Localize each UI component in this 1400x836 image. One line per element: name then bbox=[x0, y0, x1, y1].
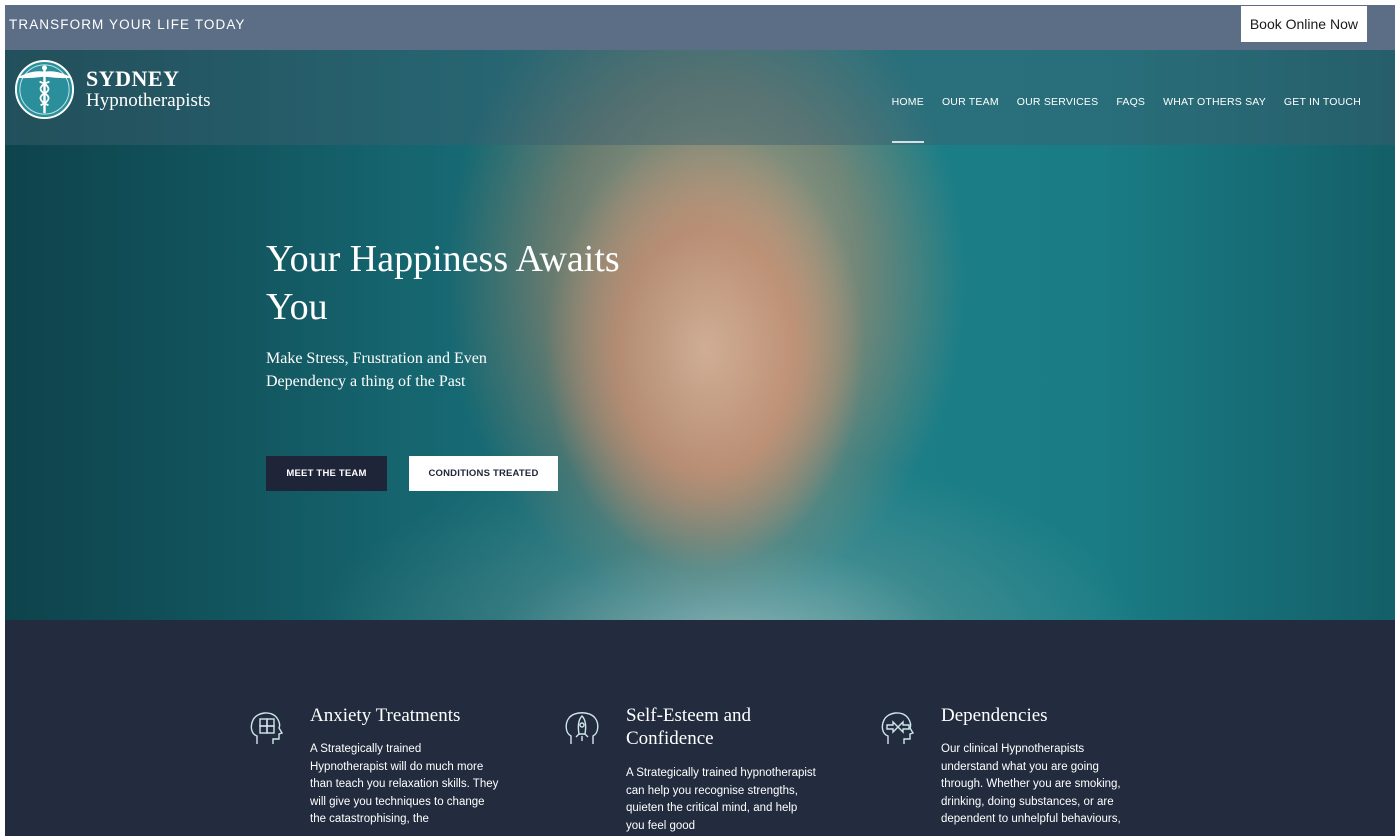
nav-our-team[interactable]: OUR TEAM bbox=[942, 96, 999, 108]
logo-line-sydney: SYDNEY bbox=[86, 65, 180, 91]
service-description: A Strategically trained Hypnotherapist w… bbox=[310, 743, 499, 825]
site-logo[interactable]: SYDNEY Hypnotherapists bbox=[13, 58, 211, 121]
hero-section: SYDNEY Hypnotherapists HOME OUR TEAM OUR… bbox=[5, 50, 1395, 620]
caduceus-logo-icon bbox=[14, 59, 75, 120]
arrows-head-icon bbox=[881, 712, 915, 744]
hero-subtitle: Make Stress, Frustration and Even Depend… bbox=[266, 350, 487, 390]
nav-faqs[interactable]: FAQS bbox=[1116, 96, 1145, 108]
logo-wordmark: SYDNEY Hypnotherapists bbox=[86, 65, 211, 112]
page: TRANSFORM YOUR LIFE TODAY Book Online No… bbox=[5, 5, 1395, 836]
top-bar: TRANSFORM YOUR LIFE TODAY Book Online No… bbox=[5, 5, 1395, 50]
book-online-button[interactable]: Book Online Now bbox=[1240, 6, 1367, 42]
main-nav: HOME OUR TEAM OUR SERVICES FAQS WHAT OTH… bbox=[874, 96, 1361, 143]
nav-what-others-say[interactable]: WHAT OTHERS SAY bbox=[1163, 96, 1266, 108]
rocket-head-icon bbox=[565, 712, 599, 744]
service-description: A Strategically trained hypnotherapist c… bbox=[626, 767, 816, 832]
conditions-treated-button[interactable]: CONDITIONS TREATED bbox=[409, 456, 558, 491]
meet-the-team-button[interactable]: MEET THE TEAM bbox=[266, 456, 387, 491]
hero-title: Your Happiness Awaits You bbox=[266, 238, 620, 328]
nav-get-in-touch[interactable]: GET IN TOUCH bbox=[1284, 96, 1361, 108]
logo-line-hypnotherapists: Hypnotherapists bbox=[86, 89, 211, 111]
service-description: Our clinical Hypnotherapists understand … bbox=[941, 743, 1121, 825]
service-title: Anxiety Treatments bbox=[310, 705, 461, 726]
service-title: Dependencies bbox=[941, 705, 1048, 726]
puzzle-head-icon bbox=[250, 712, 284, 744]
nav-our-services[interactable]: OUR SERVICES bbox=[1017, 96, 1099, 108]
top-bar-tagline: TRANSFORM YOUR LIFE TODAY bbox=[9, 17, 246, 32]
nav-home[interactable]: HOME bbox=[891, 96, 925, 143]
services-section: Anxiety Treatments A Strategically train… bbox=[5, 620, 1395, 836]
service-title: Self-Esteem and Confidence bbox=[626, 705, 752, 749]
